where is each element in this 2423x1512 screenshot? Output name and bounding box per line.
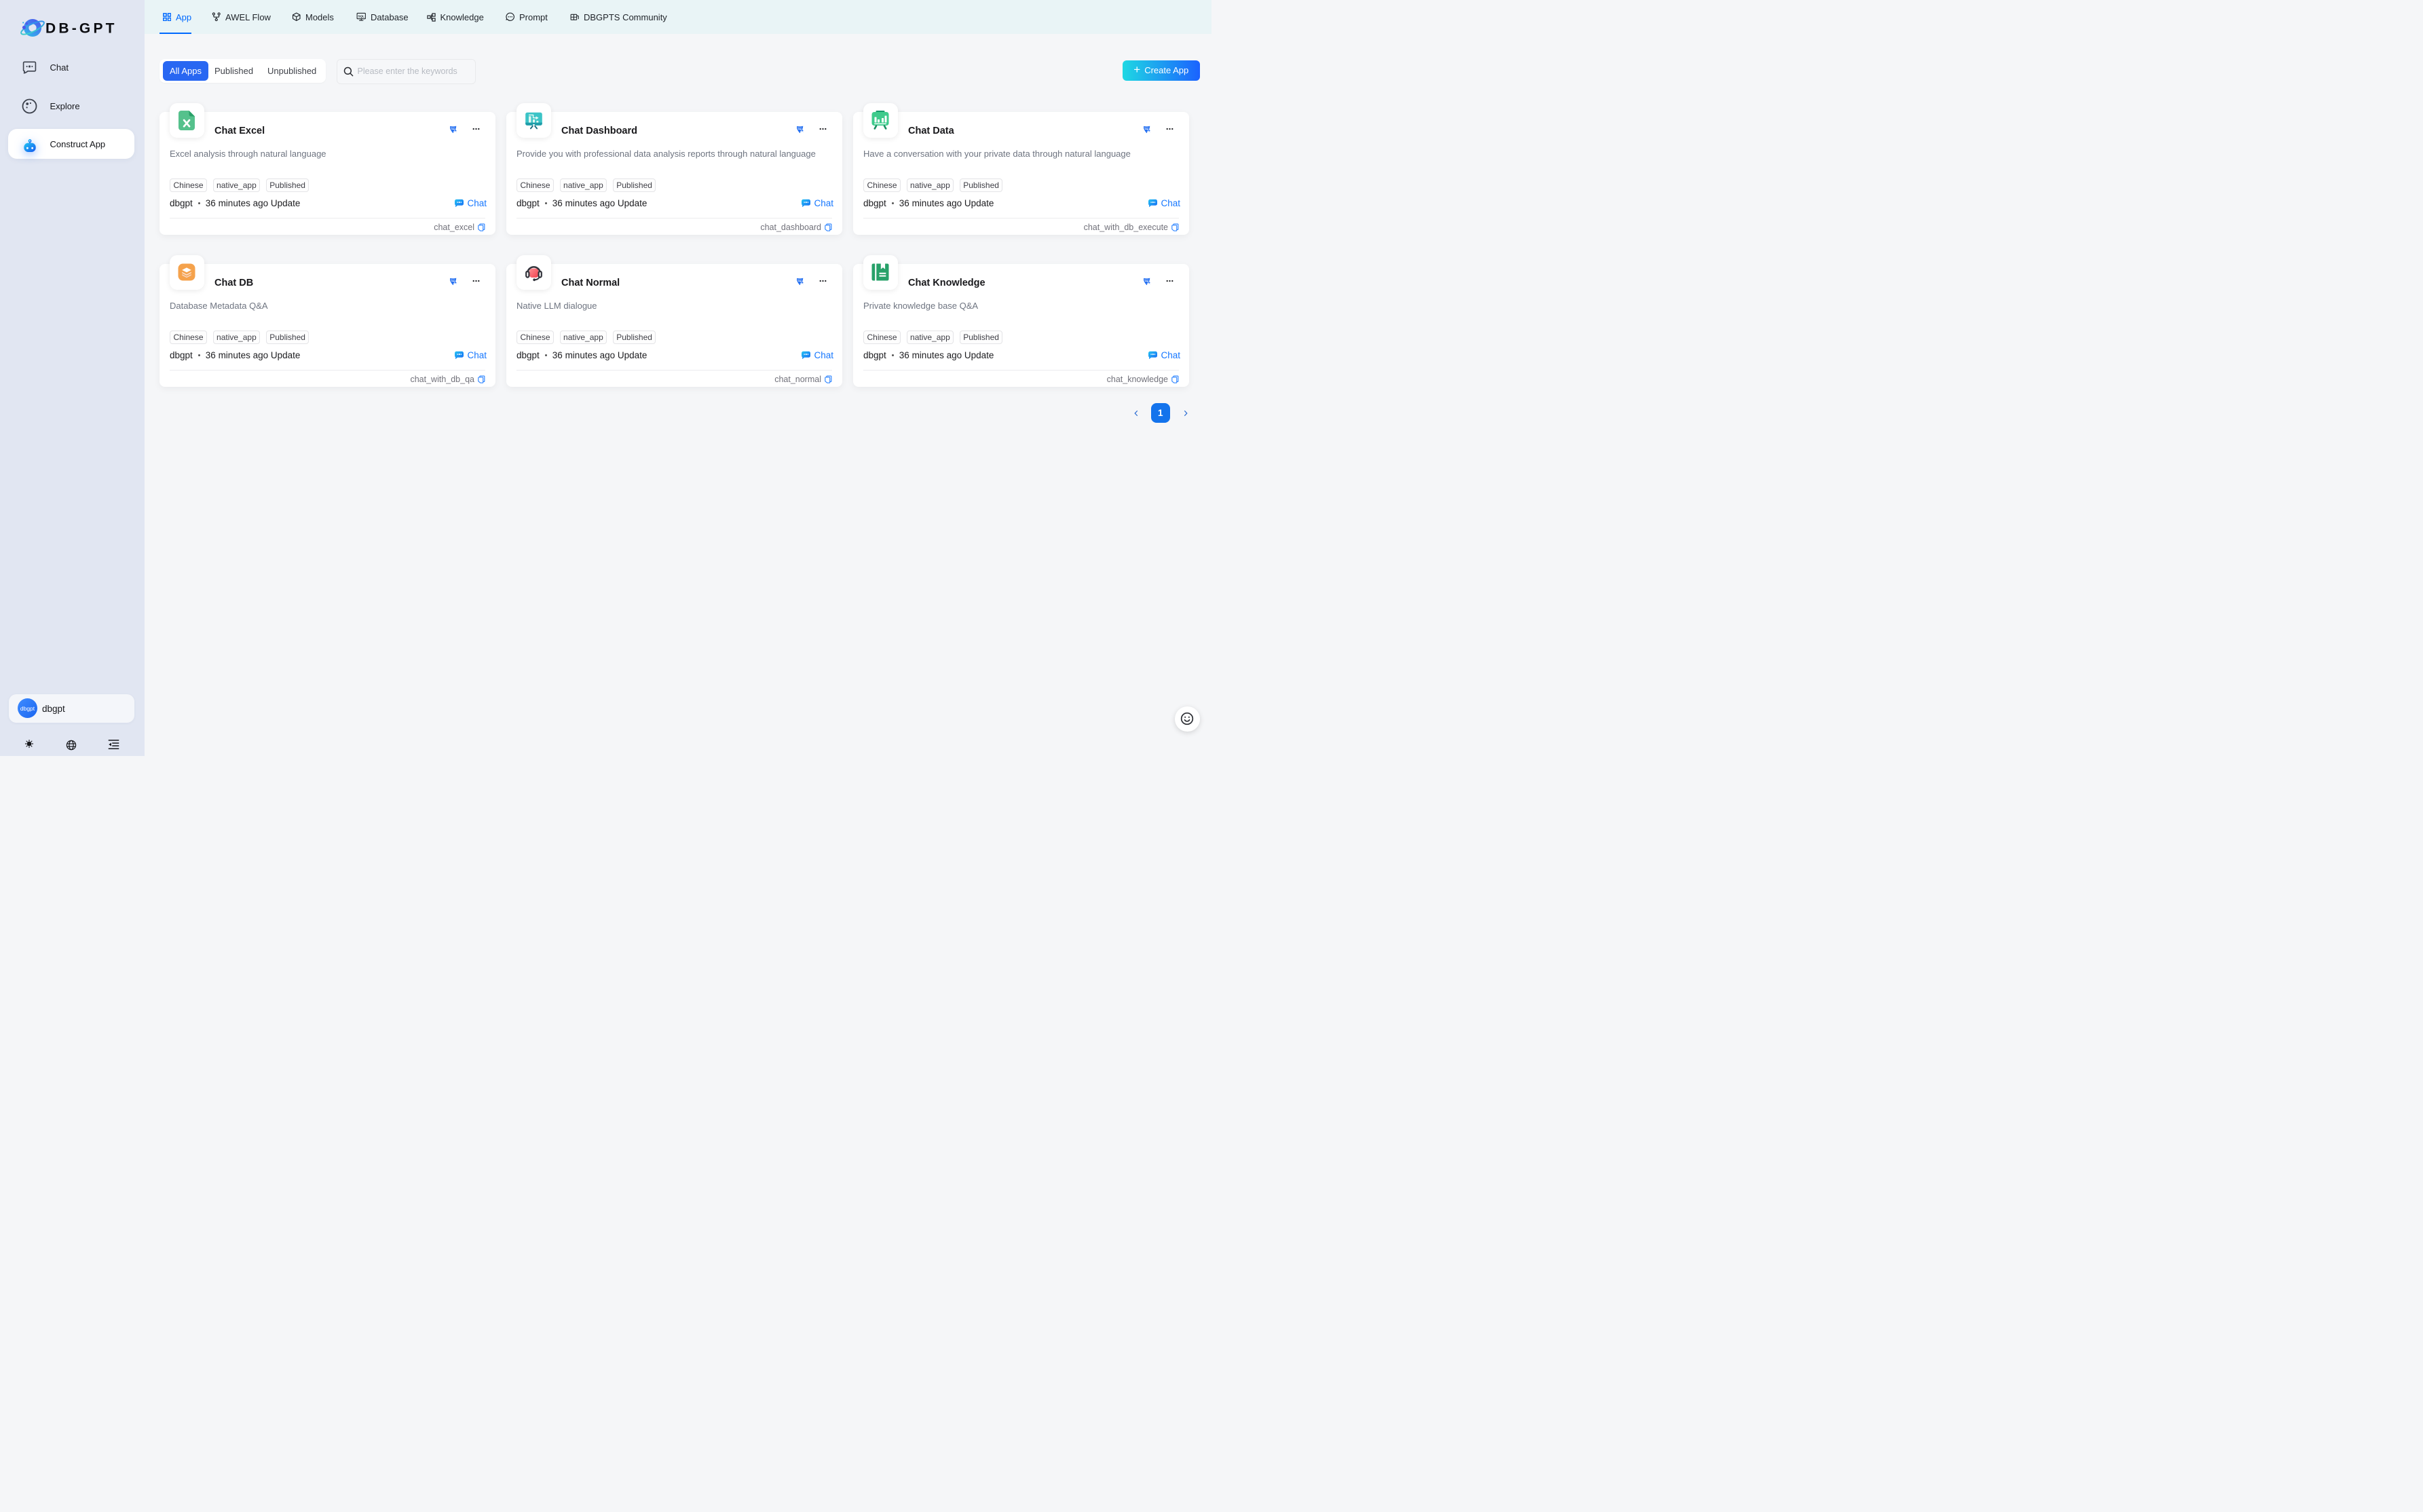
svg-text:SQL: SQL: [358, 15, 364, 18]
svg-text:DB-GPT: DB-GPT: [45, 21, 117, 37]
